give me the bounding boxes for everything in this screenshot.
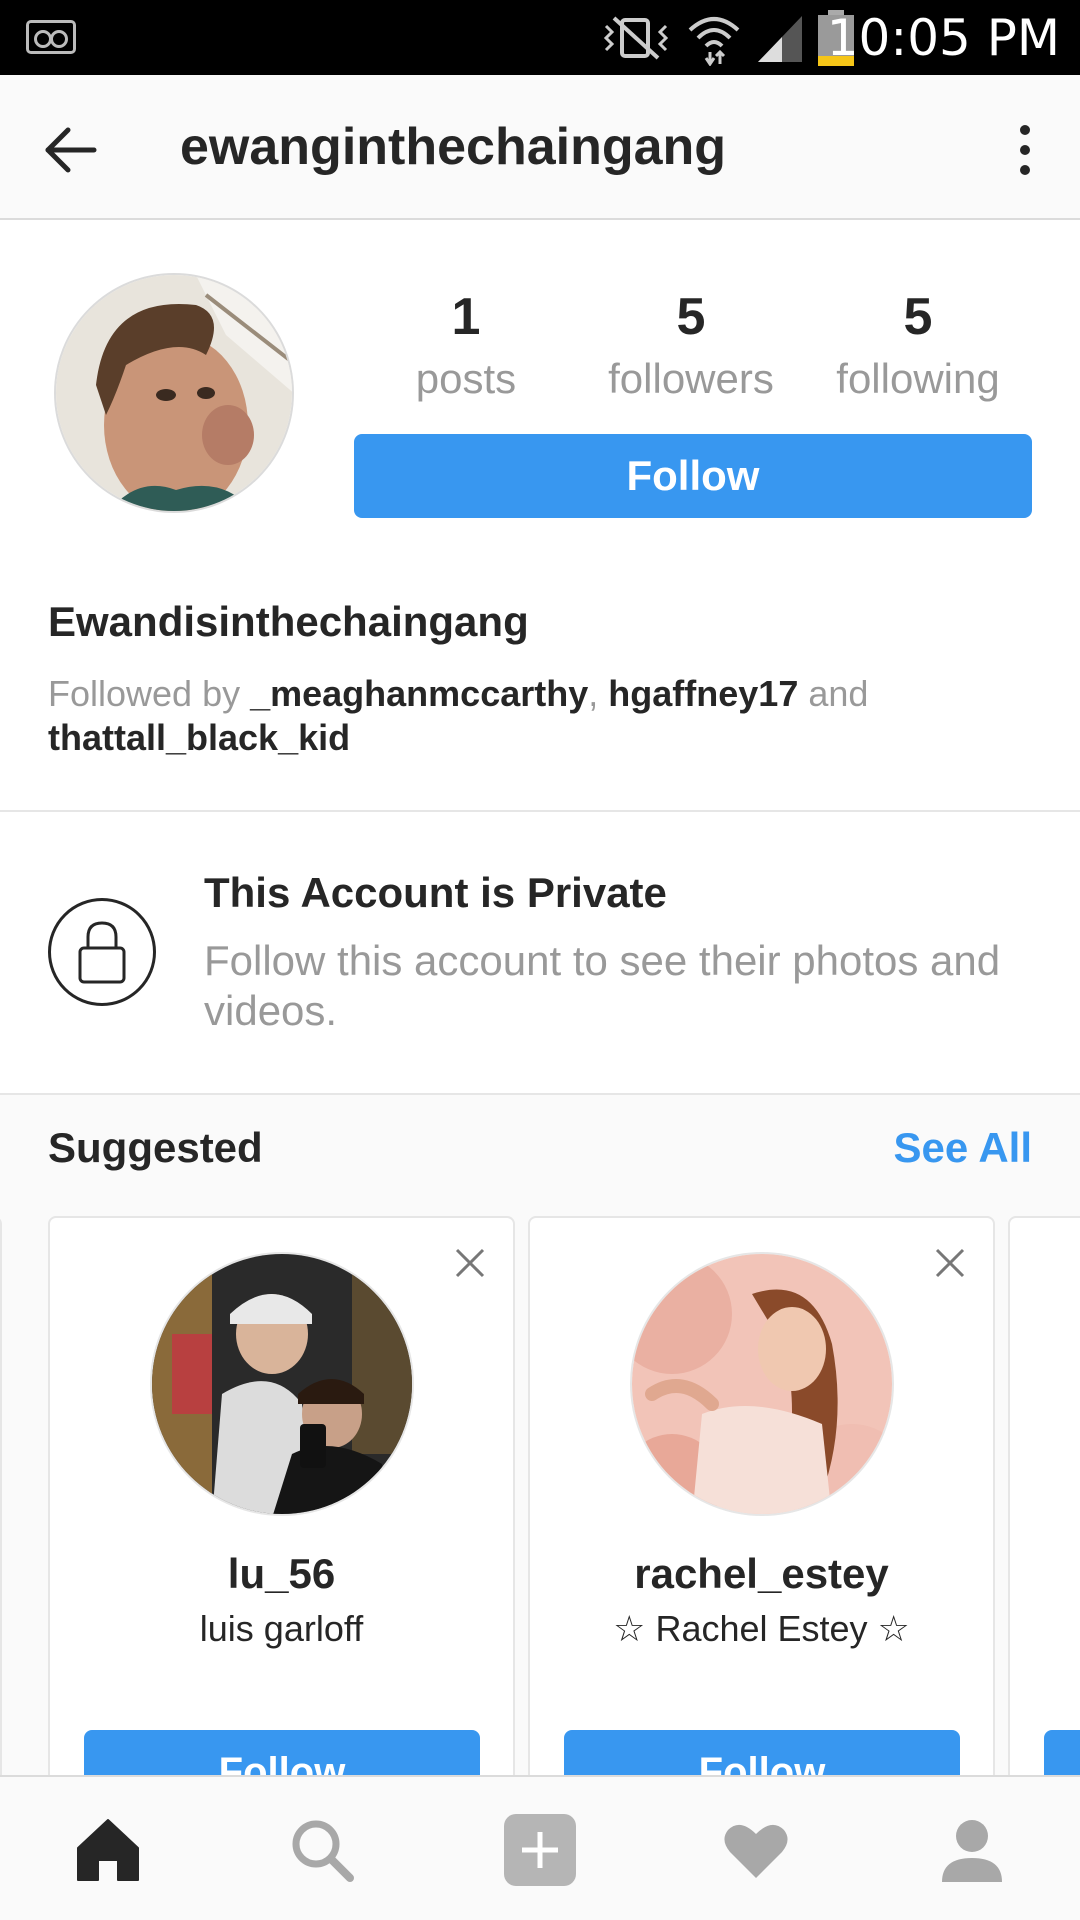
nav-search-button[interactable] — [284, 1812, 360, 1888]
followed-by-user-3[interactable]: thattall_black_kid — [48, 717, 350, 758]
follow-button[interactable]: Follow — [354, 434, 1032, 518]
display-name: Ewandisinthechaingang — [48, 598, 529, 645]
lock-icon — [48, 898, 156, 1006]
add-post-icon — [504, 1814, 576, 1886]
clock: 10:05 PM — [826, 9, 1060, 67]
nav-add-post-button[interactable] — [502, 1812, 578, 1888]
suggestion-username[interactable]: lu_56 — [50, 1548, 513, 1600]
nav-activity-button[interactable] — [718, 1812, 794, 1888]
suggestion-username[interactable]: rachel_estey — [530, 1548, 993, 1600]
followed-by-and: and — [798, 673, 869, 714]
system-icons — [600, 10, 854, 66]
suggestion-avatar[interactable] — [630, 1252, 894, 1516]
dismiss-suggestion-button[interactable] — [933, 1246, 967, 1280]
followers-count: 5 — [676, 288, 706, 346]
close-icon — [935, 1248, 965, 1278]
home-icon — [77, 1819, 139, 1881]
stat-posts[interactable]: 1 posts — [366, 285, 566, 407]
bottom-nav — [0, 1775, 1080, 1920]
posts-count: 1 — [451, 288, 481, 346]
wifi-icon — [688, 17, 740, 66]
search-icon — [292, 1820, 354, 1882]
followed-by-separator: , — [588, 673, 609, 714]
suggestion-avatar[interactable] — [150, 1252, 414, 1516]
arrow-left-icon — [45, 127, 97, 173]
following-count: 5 — [903, 288, 933, 346]
more-vertical-icon — [1020, 125, 1030, 175]
back-button[interactable] — [40, 120, 100, 180]
followed-by-user-2[interactable]: hgaffney17 — [608, 673, 798, 714]
vibrate-mute-icon — [603, 16, 669, 60]
dismiss-suggestion-button[interactable] — [453, 1246, 487, 1280]
close-icon — [455, 1248, 485, 1278]
header-username: ewanginthechaingang — [180, 118, 727, 176]
nav-home-button[interactable] — [70, 1812, 146, 1888]
stat-followers[interactable]: 5 followers — [591, 285, 791, 407]
followed-by-text: Followed by _meaghanmccarthy, hgaffney17… — [48, 672, 1028, 760]
voicemail-icon — [26, 20, 76, 54]
suggestion-full-name: ☆ Rachel Estey ☆ — [613, 1608, 910, 1649]
suggestion-card[interactable]: lu_56 luis garloff Follow — [48, 1216, 515, 1816]
divider — [0, 810, 1080, 812]
suggested-title: Suggested — [48, 1124, 263, 1171]
more-options-button[interactable] — [1010, 120, 1040, 180]
posts-label: posts — [415, 355, 517, 402]
profile-avatar[interactable] — [54, 273, 294, 513]
activity-heart-icon — [724, 1824, 788, 1878]
following-label: following — [836, 355, 1000, 402]
followed-by-prefix: Followed by — [48, 673, 251, 714]
followers-label: followers — [608, 355, 774, 402]
suggestion-card-partial-left[interactable] — [0, 1216, 2, 1816]
private-account-description: Follow this account to see their photos … — [204, 937, 1001, 1034]
profile-header: ewanginthechaingang — [0, 75, 1080, 220]
suggestion-card-partial-right[interactable] — [1008, 1216, 1080, 1816]
followed-by-user-1[interactable]: _meaghanmccarthy — [250, 673, 588, 714]
suggestion-full-name: luis garloff — [199, 1608, 364, 1649]
status-bar: 10:05 PM — [0, 0, 1080, 75]
cell-signal-icon — [758, 16, 802, 62]
suggestion-card[interactable]: rachel_estey ☆ Rachel Estey ☆ Follow — [528, 1216, 995, 1816]
see-all-link[interactable]: See All — [893, 1120, 1032, 1176]
private-account-title: This Account is Private — [204, 869, 667, 916]
profile-icon — [942, 1820, 1002, 1882]
nav-profile-button[interactable] — [934, 1812, 1010, 1888]
stat-following[interactable]: 5 following — [818, 285, 1018, 407]
